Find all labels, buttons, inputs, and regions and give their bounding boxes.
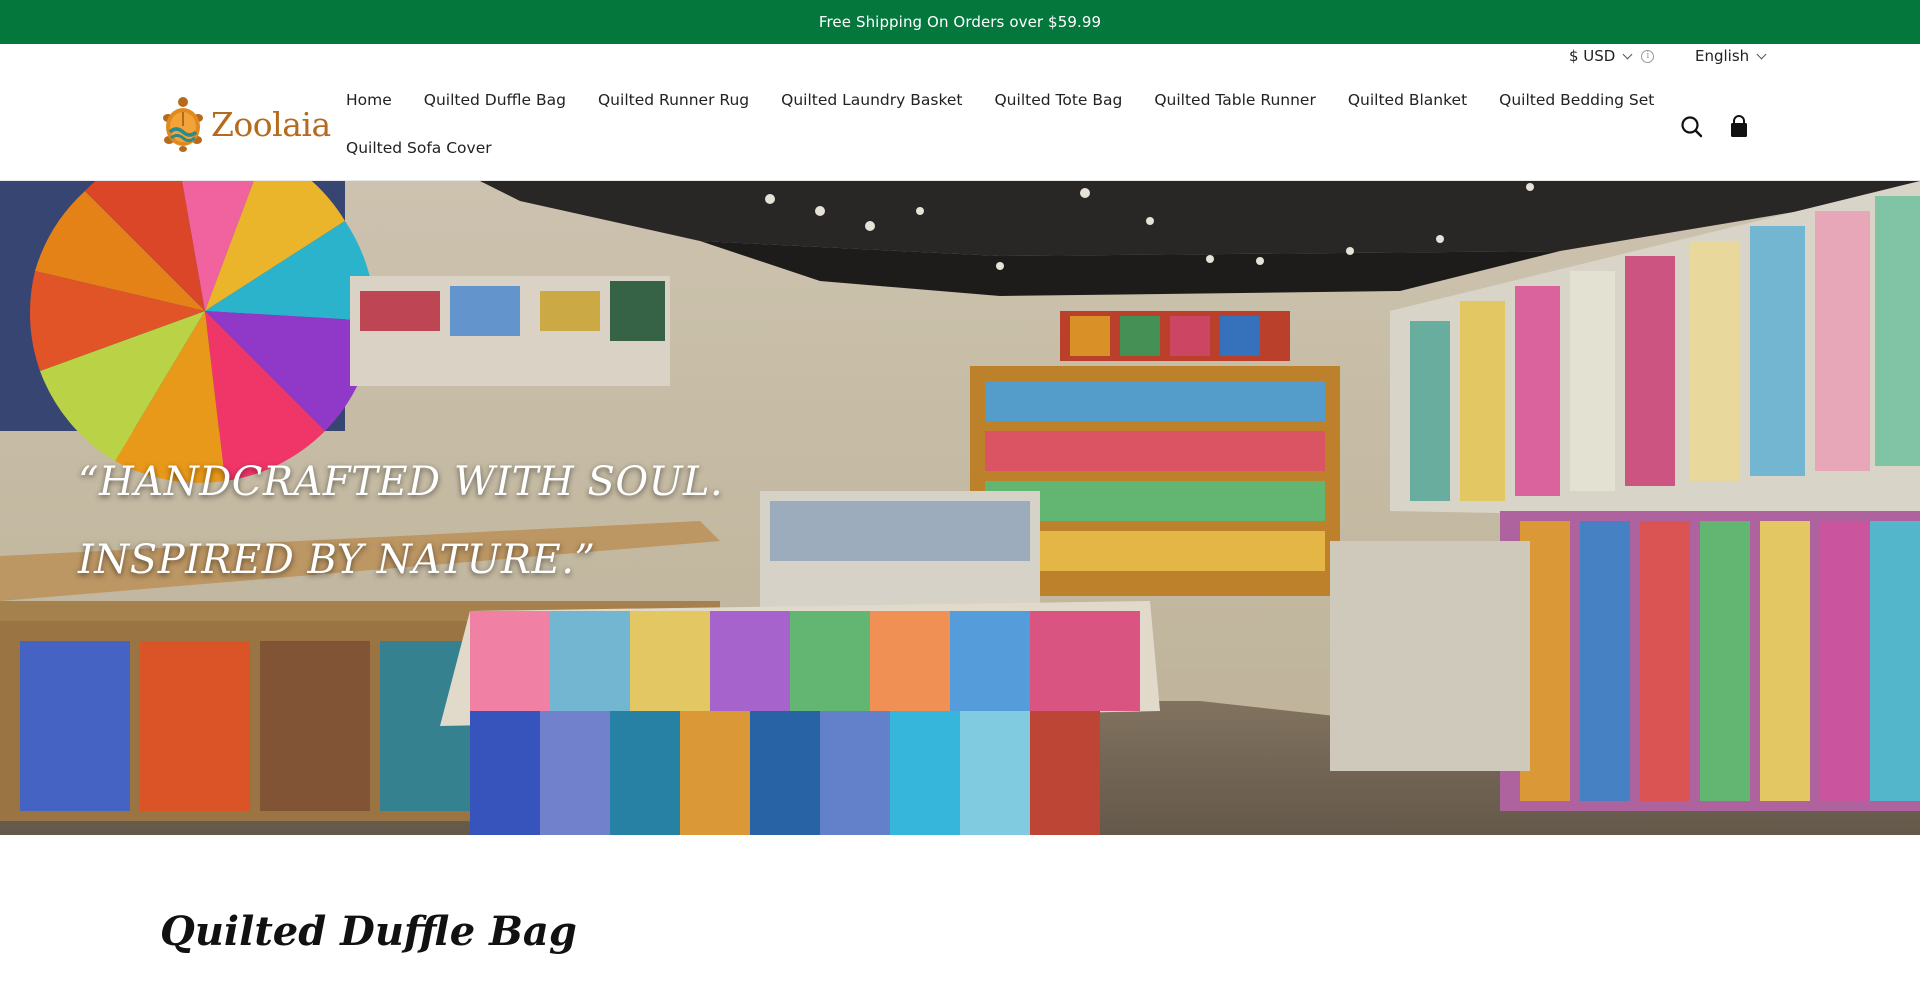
hero-banner: “HANDCRAFTED WITH SOUL. INSPIRED BY NATU… xyxy=(0,181,1920,835)
nav-link-quilted-laundry-basket[interactable]: Quilted Laundry Basket xyxy=(765,91,978,109)
currency-label: $ USD xyxy=(1569,47,1616,65)
nav-link-home[interactable]: Home xyxy=(330,91,408,109)
chevron-down-icon xyxy=(1756,49,1767,59)
language-selector[interactable]: English xyxy=(1695,44,1767,68)
announcement-bar: Free Shipping On Orders over $59.99 xyxy=(0,0,1920,44)
brand-logo[interactable]: Zoolaia xyxy=(160,95,331,153)
section-title: Quilted Duffle Bag xyxy=(160,908,577,955)
hero-quote: “HANDCRAFTED WITH SOUL. INSPIRED BY NATU… xyxy=(78,443,723,599)
nav-link-quilted-duffle-bag[interactable]: Quilted Duffle Bag xyxy=(408,91,582,109)
nav-link-quilted-tote-bag[interactable]: Quilted Tote Bag xyxy=(978,91,1138,109)
site-header: $ USD i English Zoolaia Home Quilted Duf… xyxy=(0,44,1920,181)
brand-name: Zoolaia xyxy=(211,104,331,144)
announcement-text: Free Shipping On Orders over $59.99 xyxy=(818,13,1102,31)
info-icon[interactable]: i xyxy=(1641,49,1655,63)
nav-row: Quilted Sofa Cover xyxy=(330,133,1600,163)
hero-quote-line-2: INSPIRED BY NATURE.” xyxy=(78,537,596,583)
nav-link-quilted-blanket[interactable]: Quilted Blanket xyxy=(1332,91,1483,109)
currency-selector[interactable]: $ USD i xyxy=(1569,44,1655,68)
nav-link-quilted-sofa-cover[interactable]: Quilted Sofa Cover xyxy=(330,139,508,157)
language-label: English xyxy=(1695,47,1750,65)
hero-quote-line-1: “HANDCRAFTED WITH SOUL. xyxy=(78,459,724,505)
chevron-down-icon xyxy=(1622,49,1633,59)
turtle-logo-icon xyxy=(163,97,203,152)
search-icon[interactable] xyxy=(1678,113,1706,141)
nav-link-quilted-table-runner[interactable]: Quilted Table Runner xyxy=(1138,91,1331,109)
nav-link-quilted-runner-rug[interactable]: Quilted Runner Rug xyxy=(582,91,765,109)
nav-link-quilted-bedding-set[interactable]: Quilted Bedding Set xyxy=(1483,91,1670,109)
shopping-bag-icon[interactable] xyxy=(1725,113,1753,141)
nav-row: Home Quilted Duffle Bag Quilted Runner R… xyxy=(330,85,1654,115)
main-navigation: Home Quilted Duffle Bag Quilted Runner R… xyxy=(330,85,1654,181)
